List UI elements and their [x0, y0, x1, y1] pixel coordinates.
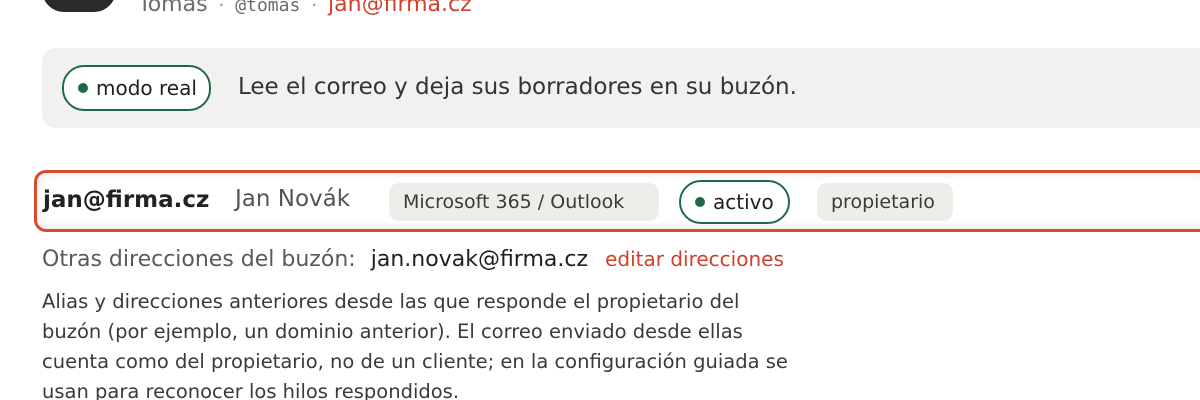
role-chip: propietario	[817, 183, 953, 221]
user-meta: Tomas · @tomas · jan@firma.cz	[138, 0, 472, 17]
mode-banner: modo real Lee el correo y deja sus borra…	[42, 48, 1200, 128]
mode-badge-label: modo real	[96, 76, 197, 100]
edit-addresses-link[interactable]: editar direcciones	[605, 247, 784, 271]
status-dot-icon	[78, 83, 88, 93]
separator: ·	[218, 0, 225, 16]
status-badge: activo	[679, 180, 790, 224]
account-name: Jan Novák	[235, 186, 351, 212]
user-handle: @tomas	[235, 0, 301, 16]
status-badge-label: activo	[713, 190, 774, 214]
other-addresses: Otras direcciones del buzón: jan.novak@f…	[42, 247, 784, 272]
other-addresses-value: jan.novak@firma.cz	[370, 247, 589, 272]
mode-description: Lee el correo y deja sus borradores en s…	[238, 74, 797, 100]
status-dot-icon	[695, 197, 705, 207]
other-addresses-label: Otras direcciones del buzón:	[42, 247, 356, 272]
avatar	[42, 0, 116, 12]
provider-chip: Microsoft 365 / Outlook	[389, 183, 659, 221]
mailbox-account-row[interactable]: jan@firma.cz Jan Novák Microsoft 365 / O…	[34, 170, 1200, 232]
separator: ·	[311, 0, 318, 16]
user-header: Tomas · @tomas · jan@firma.cz	[0, 0, 1200, 20]
account-email: jan@firma.cz	[43, 187, 210, 213]
user-email: jan@firma.cz	[328, 0, 472, 17]
mailbox-settings-page: Tomas · @tomas · jan@firma.cz modo real …	[0, 0, 1200, 400]
other-addresses-help: Alias y direcciones anteriores desde las…	[42, 290, 788, 400]
mode-badge: modo real	[62, 65, 211, 111]
user-name: Tomas	[138, 0, 208, 17]
